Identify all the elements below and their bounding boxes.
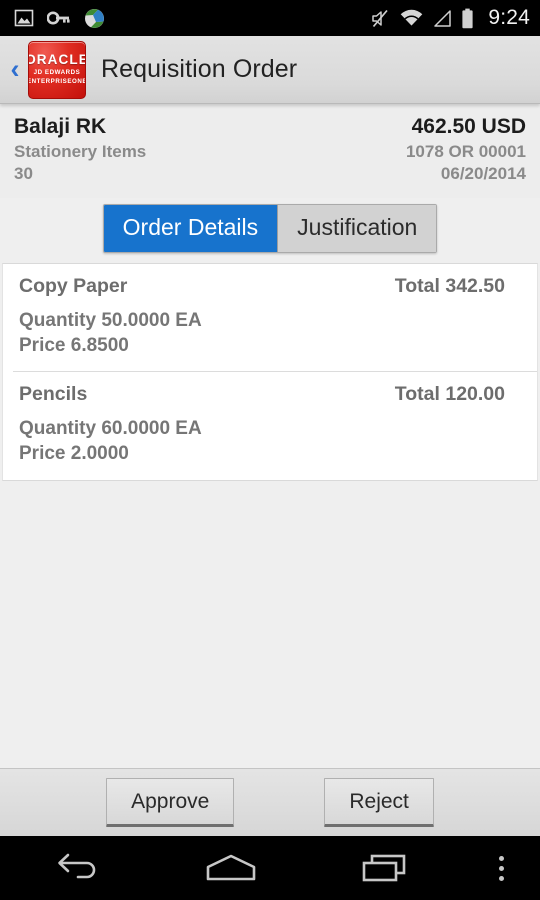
status-bar-clock: 9:24 (488, 6, 530, 29)
reject-button[interactable]: Reject (324, 778, 434, 827)
approve-button[interactable]: Approve (106, 778, 235, 827)
tab-justification[interactable]: Justification (277, 205, 437, 253)
nav-back-button[interactable] (0, 836, 154, 900)
nav-overflow-menu-button[interactable] (462, 836, 540, 900)
nav-recents-button[interactable] (308, 836, 462, 900)
volume-muted-icon (372, 9, 388, 27)
action-bar: Approve Reject (0, 768, 540, 836)
oracle-jd-edwards-logo[interactable]: ORACLE JD EDWARDS ENTERPRISEONE (28, 40, 86, 99)
line-item-header: Copy Paper Total 342.50 (19, 275, 521, 298)
line-item-quantity: Quantity 50.0000 EA (19, 310, 202, 332)
order-amount: 462.50 USD (411, 115, 526, 138)
line-item-price: Price 2.0000 (19, 443, 129, 465)
line-item-total: Total 120.00 (394, 383, 505, 406)
globe-browser-icon (85, 8, 104, 28)
recents-icon (362, 854, 406, 882)
overflow-dot (498, 855, 504, 861)
screenshot-image-icon (14, 9, 34, 27)
line-item-quantity: Quantity 60.0000 EA (19, 418, 202, 440)
page-title: Requisition Order (101, 55, 298, 83)
line-item-header: Pencils Total 120.00 (19, 383, 521, 406)
order-number: 1078 OR 00001 (405, 141, 526, 161)
android-navigation-bar (0, 836, 540, 900)
order-summary-left: Balaji RK Stationery Items 30 (14, 114, 146, 186)
order-summary: Balaji RK Stationery Items 30 462.50 USD… (0, 104, 540, 199)
status-bar-notification-icons (14, 8, 105, 29)
back-icon (58, 853, 96, 879)
order-status-code: 30 (14, 164, 33, 184)
logo-product-line-2: ENTERPRISEONE (28, 78, 86, 86)
vpn-key-icon (47, 11, 70, 25)
status-bar-system-icons: 9:24 (370, 6, 530, 30)
line-item-name: Copy Paper (19, 275, 128, 298)
order-summary-right: 462.50 USD 1078 OR 00001 06/20/2014 (406, 114, 526, 186)
overflow-dot (498, 865, 504, 871)
tab-order-details[interactable]: Order Details (103, 205, 278, 253)
line-items-card: Copy Paper Total 342.50 Quantity 50.0000… (2, 263, 538, 481)
battery-icon (462, 8, 473, 28)
order-date: 06/20/2014 (440, 164, 526, 184)
status-bar: 9:24 (0, 0, 540, 36)
order-description: Stationery Items (14, 141, 147, 161)
back-button[interactable]: ‹ (4, 56, 26, 83)
list-item[interactable]: Pencils Total 120.00 Quantity 60.0000 EA… (13, 371, 537, 479)
home-icon (206, 854, 256, 881)
app-bar: ‹ ORACLE JD EDWARDS ENTERPRISEONE Requis… (0, 36, 540, 104)
tab-group: Order Details Justification (102, 204, 438, 254)
logo-brand-text: ORACLE (28, 51, 86, 67)
overflow-dot (498, 875, 504, 881)
line-item-name: Pencils (19, 383, 88, 406)
order-details-content: Copy Paper Total 342.50 Quantity 50.0000… (0, 263, 540, 768)
list-item[interactable]: Copy Paper Total 342.50 Quantity 50.0000… (3, 264, 537, 371)
overflow-menu-icon (498, 855, 504, 881)
phone-screen: 9:24 ‹ ORACLE JD EDWARDS ENTERPRISEONE R… (0, 0, 540, 900)
logo-product-line-1: JD EDWARDS (33, 69, 81, 77)
cell-signal-icon (434, 9, 452, 27)
tab-bar: Order Details Justification (0, 198, 540, 264)
nav-home-button[interactable] (154, 836, 308, 900)
requester-name: Balaji RK (14, 115, 107, 138)
wifi-icon (401, 9, 423, 25)
line-item-price: Price 6.8500 (19, 335, 129, 357)
line-item-total: Total 342.50 (394, 275, 505, 298)
